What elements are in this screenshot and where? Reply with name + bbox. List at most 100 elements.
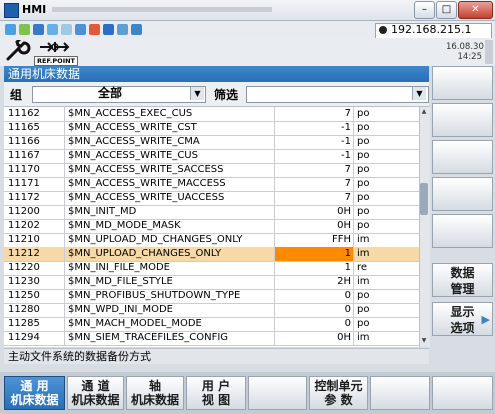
md-name: $MN_WPD_INI_MODE — [64, 303, 275, 317]
bottom-softkey-1[interactable]: 通 用机床数据 — [4, 376, 65, 410]
md-value[interactable]: 7 — [275, 191, 353, 205]
scroll-down-icon[interactable]: ▼ — [420, 337, 428, 345]
minimize-button[interactable]: – — [414, 1, 435, 19]
scrollbar-thumb[interactable] — [420, 183, 428, 215]
softkey-label: 参 数 — [324, 393, 353, 407]
scroll-up-icon[interactable]: ▲ — [420, 108, 428, 116]
md-value[interactable]: 0 — [275, 303, 353, 317]
md-value[interactable]: 7 — [275, 107, 353, 121]
softkey-label — [433, 217, 492, 219]
vertical-softkey-4[interactable] — [432, 177, 493, 211]
table-row[interactable]: 11230 $MN_MD_FILE_STYLE 2H im — [4, 275, 419, 290]
bottom-softkey-6[interactable]: 控制单元参 数 — [309, 376, 368, 410]
md-number: 11200 — [6, 205, 65, 219]
vertical-softkey-5[interactable] — [432, 214, 493, 248]
table-row[interactable]: 11166 $MN_ACCESS_WRITE_CMA -1 po — [4, 135, 419, 150]
bottom-softkey-2[interactable]: 通 道机床数据 — [67, 376, 124, 410]
header-side-strip — [485, 40, 493, 64]
vertical-softkey-7[interactable]: 显示 选项 ▶ — [432, 302, 493, 336]
tray-app-icon[interactable] — [75, 24, 86, 35]
softkey-label: 管理 — [450, 282, 475, 296]
table-row[interactable]: 11280 $MN_WPD_INI_MODE 0 po — [4, 303, 419, 318]
bottom-softkey-4[interactable]: 用 户视 图 — [186, 376, 246, 410]
md-value[interactable]: FFH — [275, 233, 353, 247]
md-unit: im — [353, 331, 407, 345]
table-row[interactable]: 11210 $MN_UPLOAD_MD_CHANGES_ONLY FFH im — [4, 233, 419, 248]
vertical-scrollbar[interactable] — [419, 107, 430, 347]
chevron-down-icon[interactable]: ▼ — [412, 87, 426, 100]
tray-app-icon[interactable] — [5, 24, 16, 35]
filter-label: 筛选 — [214, 88, 239, 102]
softkey-label: 视 图 — [201, 393, 231, 407]
md-unit: po — [353, 135, 407, 149]
md-value[interactable]: 0H — [275, 331, 353, 345]
md-value[interactable]: 2H — [275, 275, 353, 289]
maximize-button[interactable]: □ — [436, 1, 457, 19]
bottom-softkey-3[interactable]: 轴机床数据 — [126, 376, 184, 410]
md-name: $MN_PROFIBUS_SHUTDOWN_TYPE — [64, 289, 275, 303]
table-row[interactable]: 11285 $MN_MACH_MODEL_MODE 0 po — [4, 317, 419, 332]
softkey-label — [433, 180, 492, 182]
softkey-label: 通 用 — [20, 379, 49, 393]
tray-app-icon[interactable] — [131, 24, 142, 35]
table-row[interactable]: 11165 $MN_ACCESS_WRITE_CST -1 po — [4, 121, 419, 136]
wrench-icon[interactable] — [4, 37, 32, 64]
table-row[interactable]: 11170 $MN_ACCESS_WRITE_SACCESS 7 po — [4, 163, 419, 178]
md-value[interactable]: 0H — [275, 205, 353, 219]
md-value[interactable]: 0 — [275, 289, 353, 303]
table-row[interactable]: 11171 $MN_ACCESS_WRITE_MACCESS 7 po — [4, 177, 419, 192]
softkey-label — [433, 106, 492, 108]
md-value[interactable]: -1 — [275, 121, 353, 135]
tray-app-icon[interactable] — [61, 24, 72, 35]
status-description: 主动文件系统的数据备份方式 — [4, 348, 429, 364]
tray-app-icon[interactable] — [117, 24, 128, 35]
close-button[interactable]: ✕ — [458, 1, 493, 19]
bottom-softkey-5[interactable] — [248, 376, 307, 410]
md-number: 11210 — [6, 233, 65, 247]
bottom-softkey-7[interactable] — [370, 376, 430, 410]
vertical-softkey-2[interactable] — [432, 103, 493, 137]
md-value[interactable]: 1 — [275, 261, 353, 275]
softkey-label: 用 户 — [201, 379, 231, 393]
md-unit: im — [353, 275, 407, 289]
table-row[interactable]: 11162 $MN_ACCESS_EXEC_CUS 7 po — [4, 107, 419, 122]
tray-app-icon[interactable] — [19, 24, 30, 35]
md-number: 11166 — [6, 135, 65, 149]
table-row[interactable]: 11250 $MN_PROFIBUS_SHUTDOWN_TYPE 0 po — [4, 289, 419, 304]
table-row[interactable]: 11202 $MN_MD_MODE_MASK 0H po — [4, 219, 419, 234]
tray-app-icon[interactable] — [89, 24, 100, 35]
md-number: 11170 — [6, 163, 65, 177]
vertical-softkey-6[interactable]: 数据 管理 — [432, 263, 493, 297]
table-row[interactable]: 11172 $MN_ACCESS_WRITE_UACCESS 7 po — [4, 191, 419, 206]
tray-app-icon[interactable] — [47, 24, 58, 35]
md-value[interactable]: 0H — [275, 219, 353, 233]
md-name: $MN_MD_FILE_STYLE — [64, 275, 275, 289]
vertical-softkey-3[interactable] — [432, 140, 493, 174]
md-value[interactable]: 7 — [275, 163, 353, 177]
filter-dropdown[interactable] — [246, 86, 429, 103]
md-number: 11250 — [6, 289, 65, 303]
md-name: $MN_ACCESS_WRITE_MACCESS — [64, 177, 275, 191]
table-row[interactable]: 11212 $MN_UPLOAD_CHANGES_ONLY 1 im — [4, 247, 419, 262]
md-value[interactable]: 7 — [275, 177, 353, 191]
md-name: $MN_ACCESS_WRITE_CST — [64, 121, 275, 135]
md-unit: po — [353, 317, 407, 331]
vertical-softkey-1[interactable] — [432, 66, 493, 100]
md-value[interactable]: -1 — [275, 135, 353, 149]
md-value[interactable]: -1 — [275, 149, 353, 163]
table-row[interactable]: 11220 $MN_INI_FILE_MODE 1 re — [4, 261, 419, 276]
table-row[interactable]: 11200 $MN_INIT_MD 0H po — [4, 205, 419, 220]
bottom-softkey-8[interactable] — [432, 376, 493, 410]
window-title: HMI — [22, 3, 47, 16]
table-row[interactable]: 11167 $MN_ACCESS_WRITE_CUS -1 po — [4, 149, 419, 164]
md-unit: re — [353, 261, 407, 275]
tray-app-icon[interactable] — [33, 24, 44, 35]
table-row[interactable]: 11294 $MN_SIEM_TRACEFILES_CONFIG 0H im — [4, 331, 419, 346]
tray-app-icon[interactable] — [103, 24, 114, 35]
chevron-down-icon[interactable]: ▼ — [190, 87, 204, 100]
md-name: $MN_MACH_MODEL_MODE — [64, 317, 275, 331]
md-name: $MN_ACCESS_WRITE_SACCESS — [64, 163, 275, 177]
md-unit: po — [353, 191, 407, 205]
md-value[interactable]: 1 — [275, 247, 353, 261]
md-value[interactable]: 0 — [275, 317, 353, 331]
